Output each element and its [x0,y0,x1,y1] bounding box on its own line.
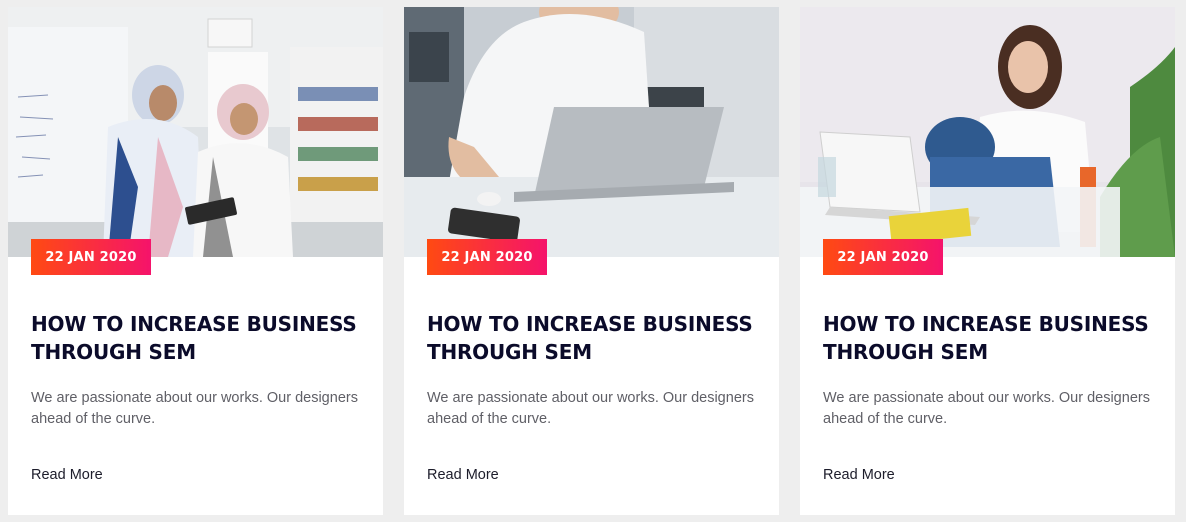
date-badge: 22 JAN 2020 [31,239,151,275]
blog-card: 22 JAN 2020 HOW TO INCREASE BUSINESS THR… [8,7,383,515]
blog-card: 22 JAN 2020 HOW TO INCREASE BUSINESS THR… [800,7,1175,515]
read-more-link[interactable]: Read More [823,467,895,483]
post-image[interactable] [404,7,779,257]
post-image[interactable] [800,7,1175,257]
read-more-link[interactable]: Read More [427,467,499,483]
post-title[interactable]: HOW TO INCREASE BUSINESS THROUGH SEM [31,310,361,366]
post-excerpt: We are passionate about our works. Our d… [823,390,1150,427]
post-title[interactable]: HOW TO INCREASE BUSINESS THROUGH SEM [823,310,1153,366]
read-more-link[interactable]: Read More [31,467,103,483]
date-badge: 22 JAN 2020 [427,239,547,275]
blog-card: 22 JAN 2020 HOW TO INCREASE BUSINESS THR… [404,7,779,515]
blog-cards: 22 JAN 2020 HOW TO INCREASE BUSINESS THR… [0,0,1186,522]
post-excerpt: We are passionate about our works. Our d… [427,390,754,427]
post-title[interactable]: HOW TO INCREASE BUSINESS THROUGH SEM [427,310,757,366]
post-image[interactable] [8,7,383,257]
two-women-with-tablet-photo [8,7,383,257]
woman-at-laptop-desk-photo [404,7,779,257]
woman-sitting-with-laptop-photo [800,7,1175,257]
post-excerpt: We are passionate about our works. Our d… [31,390,358,427]
date-badge: 22 JAN 2020 [823,239,943,275]
